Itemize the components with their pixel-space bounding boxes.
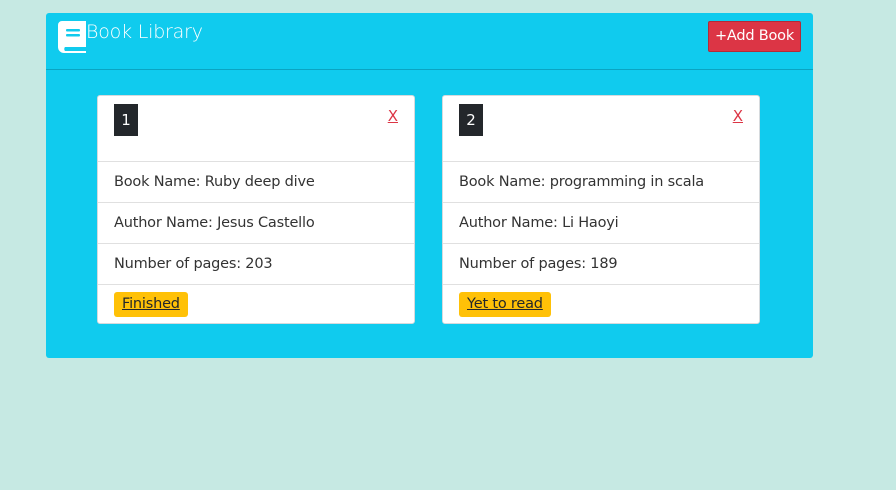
page-count: Number of pages: 189 bbox=[443, 244, 759, 285]
book-name: Book Name: Ruby deep dive bbox=[98, 162, 414, 203]
card-header: 1 X bbox=[98, 96, 414, 162]
card-header: 2 X bbox=[443, 96, 759, 162]
read-status-button[interactable]: Finished bbox=[114, 292, 188, 317]
add-book-button[interactable]: +Add Book bbox=[708, 21, 801, 52]
author-name: Author Name: Jesus Castello bbox=[98, 203, 414, 244]
book-number-badge: 2 bbox=[459, 104, 483, 136]
status-row: Yet to read bbox=[443, 285, 759, 323]
author-name: Author Name: Li Haoyi bbox=[443, 203, 759, 244]
book-icon bbox=[58, 21, 86, 53]
library-panel: Book Library +Add Book 1 X Book Name: Ru… bbox=[46, 13, 813, 358]
delete-book-link[interactable]: X bbox=[388, 107, 398, 125]
app-title: Book Library bbox=[86, 21, 203, 43]
read-status-button[interactable]: Yet to read bbox=[459, 292, 551, 317]
page-count: Number of pages: 203 bbox=[98, 244, 414, 285]
header: Book Library +Add Book bbox=[46, 13, 813, 70]
book-card: 2 X Book Name: programming in scala Auth… bbox=[442, 95, 760, 324]
book-card: 1 X Book Name: Ruby deep dive Author Nam… bbox=[97, 95, 415, 324]
status-row: Finished bbox=[98, 285, 414, 323]
book-name: Book Name: programming in scala bbox=[443, 162, 759, 203]
book-number-badge: 1 bbox=[114, 104, 138, 136]
delete-book-link[interactable]: X bbox=[733, 107, 743, 125]
